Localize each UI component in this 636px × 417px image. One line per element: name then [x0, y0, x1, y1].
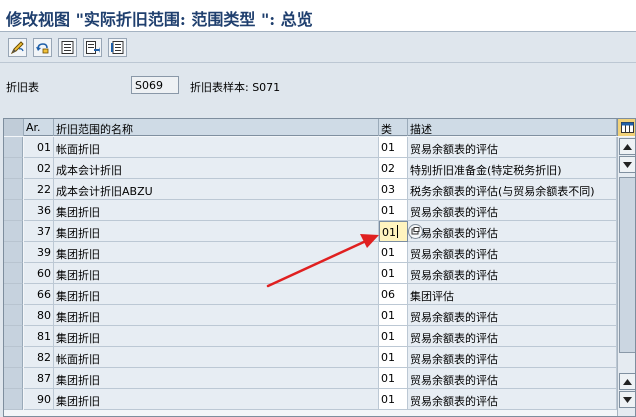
area-cell: 66 — [24, 284, 54, 305]
table-settings-icon[interactable] — [617, 119, 635, 136]
row-selector[interactable] — [4, 221, 23, 242]
area-cell: 22 — [24, 179, 54, 200]
chart-of-depreciation-label: 折旧表 — [6, 81, 39, 94]
area-cell: 36 — [24, 200, 54, 221]
row-selector[interactable] — [4, 389, 23, 410]
scroll-page-up-button[interactable] — [619, 373, 635, 390]
change-icon[interactable] — [8, 38, 27, 57]
value-help-icon[interactable] — [408, 224, 423, 239]
area-cell: 37 — [24, 221, 54, 242]
class-description-cell: 贸易余额表的评估 — [408, 305, 617, 326]
area-class-cell[interactable]: 01 — [379, 368, 408, 389]
area-class-cell[interactable]: 01 — [379, 326, 408, 347]
class-description-cell: 贸易余额表的评估 — [408, 221, 617, 242]
column-header-class[interactable]: 类 — [379, 119, 408, 136]
export-icon[interactable] — [83, 38, 102, 57]
title-bar: 修改视图 "实际折旧范围: 范围类型 ": 总览 — [0, 0, 636, 32]
area-cell: 80 — [24, 305, 54, 326]
scroll-thumb[interactable] — [619, 177, 635, 353]
area-name-cell: 帐面折旧 — [54, 137, 379, 158]
class-description-cell: 贸易余额表的评估 — [408, 368, 617, 389]
chart-of-depreciation-field: S069 — [131, 76, 179, 94]
class-description-cell: 贸易余额表的评估 — [408, 242, 617, 263]
area-name-cell: 集团折旧 — [54, 389, 379, 410]
row-selector[interactable] — [4, 179, 23, 200]
text-cursor — [397, 225, 398, 238]
area-cell: 39 — [24, 242, 54, 263]
area-class-cell[interactable]: 01 — [379, 389, 408, 410]
column-header-description[interactable]: 描述 — [408, 119, 617, 136]
row-selector[interactable] — [4, 200, 23, 221]
area-cell: 90 — [24, 389, 54, 410]
area-class-cell[interactable]: 01 — [379, 305, 408, 326]
area-class-input-active[interactable]: 01 — [379, 221, 408, 242]
area-name-cell: 集团折旧 — [54, 284, 379, 305]
area-name-cell: 集团折旧 — [54, 263, 379, 284]
row-selector[interactable] — [4, 347, 23, 368]
details-icon[interactable] — [58, 38, 77, 57]
area-name-cell: 集团折旧 — [54, 368, 379, 389]
class-description-cell: 贸易余额表的评估 — [408, 347, 617, 368]
area-class-cell[interactable]: 01 — [379, 242, 408, 263]
row-selector[interactable] — [4, 137, 23, 158]
class-description-cell: 贸易余额表的评估 — [408, 137, 617, 158]
class-description-cell: 贸易余额表的评估 — [408, 263, 617, 284]
area-class-cell[interactable]: 01 — [379, 263, 408, 284]
class-description-cell: 特别折旧准备金(特定税务折旧) — [408, 158, 617, 179]
area-class-cell[interactable]: 03 — [379, 179, 408, 200]
scroll-up-button[interactable] — [619, 138, 635, 155]
area-cell: 01 — [24, 137, 54, 158]
row-selector[interactable] — [4, 326, 23, 347]
application-toolbar — [0, 33, 636, 63]
area-name-cell: 集团折旧 — [54, 326, 379, 347]
area-name-cell: 集团折旧 — [54, 221, 379, 242]
scroll-down-button[interactable] — [619, 156, 635, 173]
column-header-name[interactable]: 折旧范围的名称 — [54, 119, 379, 136]
column-header-area[interactable]: Ar. — [24, 119, 54, 136]
area-name-cell: 成本会计折旧ABZU — [54, 179, 379, 200]
area-name-cell: 成本会计折旧 — [54, 158, 379, 179]
table-header: Ar. 折旧范围的名称 类 描述 — [4, 119, 635, 136]
row-selector[interactable] — [4, 263, 23, 284]
area-class-cell[interactable]: 02 — [379, 158, 408, 179]
select-all-column[interactable] — [4, 119, 24, 136]
area-name-cell: 集团折旧 — [54, 305, 379, 326]
class-description-cell: 贸易余额表的评估 — [408, 200, 617, 221]
row-selector[interactable] — [4, 284, 23, 305]
area-class-cell[interactable]: 06 — [379, 284, 408, 305]
page-title: 修改视图 "实际折旧范围: 范围类型 ": 总览 — [6, 10, 313, 29]
class-description-cell: 贸易余额表的评估 — [408, 389, 617, 410]
area-name-cell: 集团折旧 — [54, 200, 379, 221]
area-cell: 02 — [24, 158, 54, 179]
depreciation-area-table: Ar. 折旧范围的名称 类 描述 01 帐面折旧 01 贸易余额表的评估 02 成本会计折… — [3, 118, 636, 417]
scroll-page-down-button[interactable] — [619, 391, 635, 408]
undo-icon[interactable] — [33, 38, 52, 57]
sample-chart-label: 折旧表样本: S071 — [190, 81, 281, 94]
area-class-cell[interactable]: 01 — [379, 347, 408, 368]
row-selector[interactable] — [4, 242, 23, 263]
vertical-scrollbar[interactable] — [617, 137, 635, 416]
row-selector[interactable] — [4, 368, 23, 389]
area-class-cell[interactable]: 01 — [379, 137, 408, 158]
header-fields: 折旧表 S069 折旧表样本: S071 — [0, 72, 636, 98]
area-cell: 87 — [24, 368, 54, 389]
area-cell: 82 — [24, 347, 54, 368]
row-selector[interactable] — [4, 305, 23, 326]
print-icon[interactable] — [108, 38, 127, 57]
class-description-cell: 税务余额表的评估(与贸易余额表不同) — [408, 179, 617, 200]
area-class-cell[interactable]: 01 — [379, 200, 408, 221]
row-selector[interactable] — [4, 158, 23, 179]
area-name-cell: 帐面折旧 — [54, 347, 379, 368]
class-description-cell: 贸易余额表的评估 — [408, 326, 617, 347]
area-name-cell: 集团折旧 — [54, 242, 379, 263]
area-cell: 81 — [24, 326, 54, 347]
area-cell: 60 — [24, 263, 54, 284]
class-description-cell: 集团评估 — [408, 284, 617, 305]
